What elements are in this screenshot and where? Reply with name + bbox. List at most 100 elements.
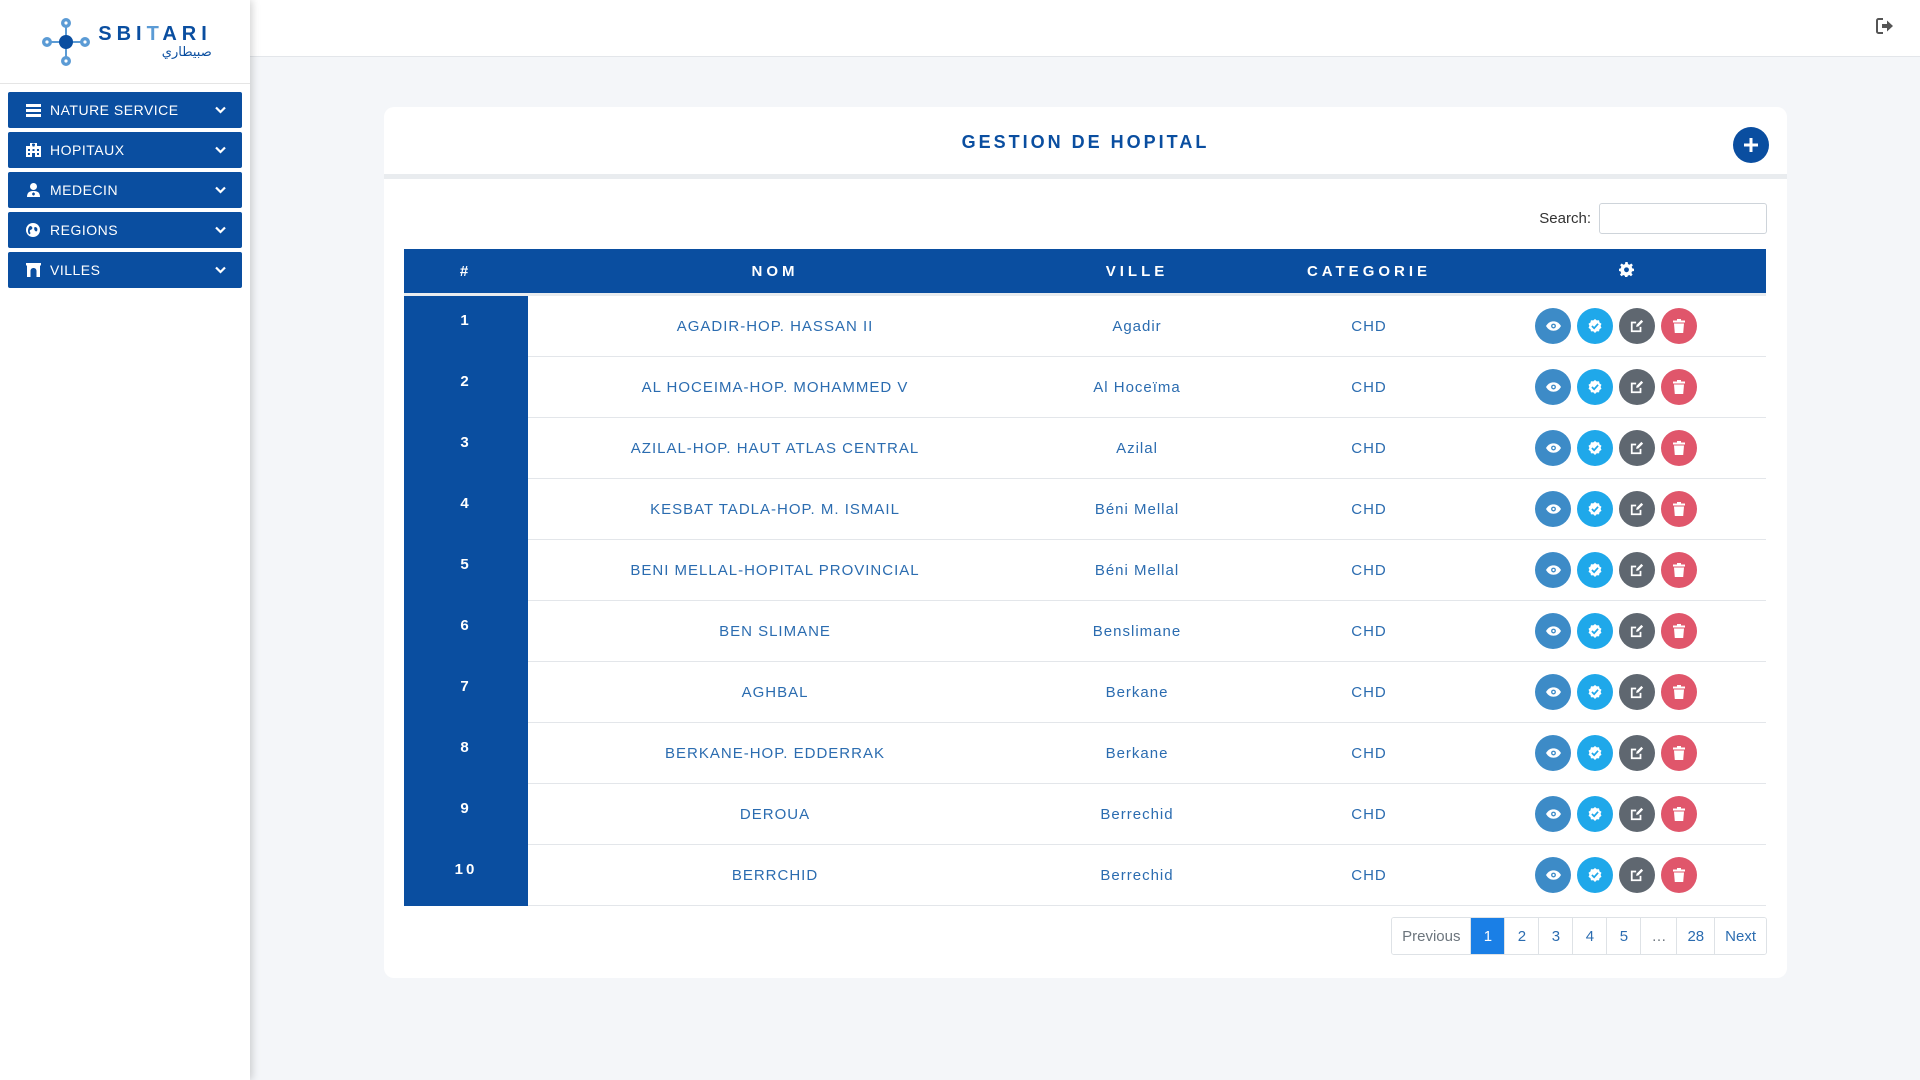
row-actions (1486, 857, 1766, 893)
edit-button[interactable] (1619, 613, 1655, 649)
sidebar-item-regions[interactable]: REGIONS (8, 212, 242, 248)
chevron-down-icon (214, 184, 226, 196)
hospital-category: CHD (1351, 500, 1387, 518)
sidebar-item-nature-service[interactable]: NATURE SERVICE (8, 92, 242, 128)
edit-button[interactable] (1619, 552, 1655, 588)
hospital-city: Béni Mellal (1094, 500, 1180, 518)
row-number: 2 (404, 356, 528, 418)
user-md-icon (24, 181, 42, 199)
table-row: 3 AZILAL-HOP. HAUT ATLAS CENTRAL Azilal … (404, 417, 1766, 479)
validate-button[interactable] (1577, 613, 1613, 649)
sidebar-item-label: NATURE SERVICE (50, 102, 179, 118)
eye-icon (1545, 626, 1561, 636)
edit-button[interactable] (1619, 369, 1655, 405)
delete-button[interactable] (1661, 552, 1697, 588)
table-row: 6 BEN SLIMANE Benslimane CHD (404, 600, 1766, 662)
logo-arabic: صبيطاري (161, 45, 212, 60)
edit-button[interactable] (1619, 430, 1655, 466)
view-button[interactable] (1535, 369, 1571, 405)
page-5-button[interactable]: 5 (1606, 918, 1641, 954)
validate-button[interactable] (1577, 308, 1613, 344)
validate-button[interactable] (1577, 552, 1613, 588)
edit-button[interactable] (1619, 796, 1655, 832)
sign-out-icon[interactable] (1876, 18, 1896, 38)
edit-button[interactable] (1619, 857, 1655, 893)
edit-button[interactable] (1619, 308, 1655, 344)
add-hospital-button[interactable] (1733, 127, 1769, 163)
validate-button[interactable] (1577, 674, 1613, 710)
delete-button[interactable] (1661, 735, 1697, 771)
view-button[interactable] (1535, 796, 1571, 832)
row-actions (1486, 308, 1766, 344)
column-header-nom[interactable]: NOM (528, 263, 1022, 280)
validate-button[interactable] (1577, 491, 1613, 527)
delete-button[interactable] (1661, 857, 1697, 893)
view-button[interactable] (1535, 491, 1571, 527)
logo[interactable]: SBITARI صبيطاري (0, 0, 250, 84)
edit-button[interactable] (1619, 735, 1655, 771)
page-3-button[interactable]: 3 (1538, 918, 1573, 954)
row-number: 9 (404, 783, 528, 845)
check-badge-icon (1588, 624, 1602, 638)
hospital-name: AGADIR-HOP. HASSAN II (676, 317, 874, 335)
validate-button[interactable] (1577, 369, 1613, 405)
validate-button[interactable] (1577, 735, 1613, 771)
search-input[interactable] (1599, 203, 1767, 234)
column-header-ville[interactable]: VILLE (1022, 263, 1252, 280)
sidebar-item-label: MEDECIN (50, 182, 119, 198)
eye-icon (1545, 687, 1561, 697)
page-4-button[interactable]: 4 (1572, 918, 1607, 954)
delete-button[interactable] (1661, 796, 1697, 832)
delete-button[interactable] (1661, 430, 1697, 466)
row-actions (1486, 369, 1766, 405)
eye-icon (1545, 321, 1561, 331)
edit-icon (1630, 319, 1644, 333)
hospital-city: Berkane (1105, 744, 1169, 762)
edit-button[interactable] (1619, 491, 1655, 527)
edit-icon (1630, 563, 1644, 577)
validate-button[interactable] (1577, 796, 1613, 832)
eye-icon (1545, 565, 1561, 575)
page-28-button[interactable]: 28 (1676, 918, 1715, 954)
previous-button[interactable]: Previous (1392, 918, 1471, 954)
trash-icon (1673, 868, 1685, 882)
validate-button[interactable] (1577, 857, 1613, 893)
column-header-num[interactable]: # (404, 263, 528, 280)
delete-button[interactable] (1661, 491, 1697, 527)
page-1-button[interactable]: 1 (1470, 918, 1505, 954)
hospital-city: Agadir (1112, 317, 1162, 335)
trash-icon (1673, 685, 1685, 699)
check-badge-icon (1588, 868, 1602, 882)
column-header-categorie[interactable]: CATEGORIE (1252, 263, 1486, 280)
validate-button[interactable] (1577, 430, 1613, 466)
sidebar-item-hopitaux[interactable]: HOPITAUX (8, 132, 242, 168)
delete-button[interactable] (1661, 613, 1697, 649)
view-button[interactable] (1535, 735, 1571, 771)
hospital-city: Berrechid (1100, 805, 1174, 823)
hospital-category: CHD (1351, 805, 1387, 823)
row-number: 8 (404, 722, 528, 784)
view-button[interactable] (1535, 308, 1571, 344)
view-button[interactable] (1535, 430, 1571, 466)
eye-icon (1545, 382, 1561, 392)
row-number: 3 (404, 417, 528, 479)
view-button[interactable] (1535, 674, 1571, 710)
trash-icon (1673, 441, 1685, 455)
next-button[interactable]: Next (1714, 918, 1766, 954)
delete-button[interactable] (1661, 308, 1697, 344)
view-button[interactable] (1535, 552, 1571, 588)
delete-button[interactable] (1661, 369, 1697, 405)
view-button[interactable] (1535, 857, 1571, 893)
hospital-city: Al Hoceïma (1093, 378, 1181, 396)
sidebar-item-medecin[interactable]: MEDECIN (8, 172, 242, 208)
trash-icon (1673, 746, 1685, 760)
edit-button[interactable] (1619, 674, 1655, 710)
table-row: 5 BENI MELLAL-HOPITAL PROVINCIAL Béni Me… (404, 539, 1766, 601)
delete-button[interactable] (1661, 674, 1697, 710)
hospital-name: KESBAT TADLA-HOP. M. ISMAIL (650, 500, 900, 518)
sidebar-item-villes[interactable]: VILLES (8, 252, 242, 288)
view-button[interactable] (1535, 613, 1571, 649)
chevron-down-icon (214, 144, 226, 156)
page-2-button[interactable]: 2 (1504, 918, 1539, 954)
table-row: 10 BERRCHID Berrechid CHD (404, 844, 1766, 906)
